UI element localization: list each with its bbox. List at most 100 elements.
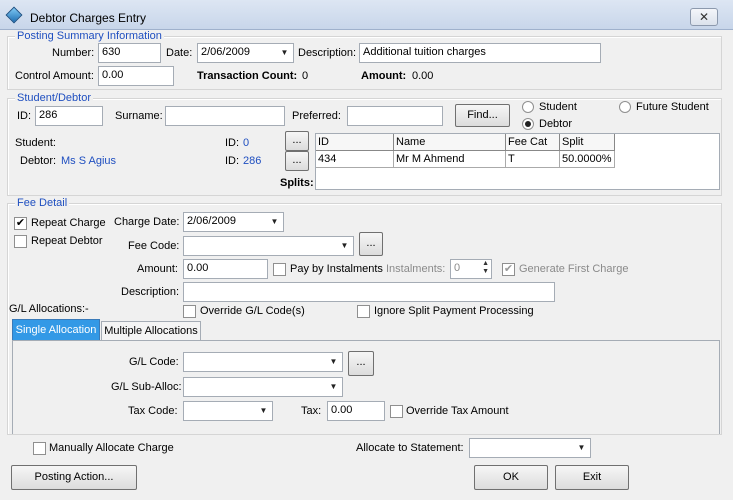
fee-code-lookup-button[interactable]: ... bbox=[359, 232, 383, 256]
override-tax-checkbox[interactable] bbox=[390, 405, 403, 418]
fee-code-combo[interactable]: ▼ bbox=[183, 236, 354, 256]
description-label: Description: bbox=[298, 47, 357, 59]
ignore-split-checkbox[interactable] bbox=[357, 305, 370, 318]
student-id-label: ID: bbox=[225, 137, 240, 149]
id-field[interactable]: 286 bbox=[35, 106, 103, 126]
debtor-radio[interactable] bbox=[522, 118, 534, 130]
chevron-down-icon[interactable]: ▼ bbox=[257, 404, 270, 418]
repeat-debtor-checkbox[interactable] bbox=[14, 235, 27, 248]
splits-cell-split: 50.0000% bbox=[560, 151, 615, 168]
tab-single-allocation[interactable]: Single Allocation bbox=[12, 319, 100, 341]
splits-cell-name: Mr M Ahmend bbox=[394, 151, 506, 168]
preferred-field[interactable] bbox=[347, 106, 443, 126]
charge-date-picker[interactable]: 2/06/2009 ▼ bbox=[183, 212, 284, 232]
number-field[interactable]: 630 bbox=[98, 43, 161, 63]
splits-header-split[interactable]: Split bbox=[560, 134, 615, 151]
gl-allocations-label: G/L Allocations:- bbox=[9, 303, 89, 315]
instalments-spinner[interactable]: 0 ▲ ▼ bbox=[450, 259, 492, 279]
splits-header-name[interactable]: Name bbox=[394, 134, 506, 151]
preferred-label: Preferred: bbox=[292, 110, 341, 122]
debtor-name: Ms S Agius bbox=[61, 155, 117, 167]
description-fee-label: Description: bbox=[121, 286, 180, 298]
student-radio-label: Student bbox=[539, 101, 577, 113]
transaction-count-label: Transaction Count: bbox=[197, 70, 298, 82]
window-title: Debtor Charges Entry bbox=[30, 11, 147, 25]
surname-label: Surname: bbox=[115, 110, 163, 122]
posting-action-button[interactable]: Posting Action... bbox=[11, 465, 137, 490]
allocate-statement-combo[interactable]: ▼ bbox=[469, 438, 591, 458]
amount-field[interactable]: 0.00 bbox=[183, 259, 268, 279]
student-id-value: 0 bbox=[243, 137, 250, 149]
checkmark-icon: ✔ bbox=[503, 263, 514, 275]
number-label: Number: bbox=[52, 47, 95, 59]
splits-header-feecat[interactable]: Fee Cat bbox=[506, 134, 560, 151]
charge-date-value: 2/06/2009 bbox=[187, 215, 236, 227]
debtor-label: Debtor: bbox=[20, 155, 57, 167]
gl-code-label: G/L Code: bbox=[129, 356, 179, 368]
pay-by-instalments-checkbox[interactable] bbox=[273, 263, 286, 276]
gl-code-combo[interactable]: ▼ bbox=[183, 352, 343, 372]
override-gl-checkbox[interactable] bbox=[183, 305, 196, 318]
amount-summary-label: Amount: bbox=[361, 70, 407, 82]
splits-grid[interactable]: ID Name Fee Cat Split 434 Mr M Ahmend T … bbox=[315, 133, 720, 190]
surname-field[interactable] bbox=[165, 106, 285, 126]
future-student-radio-label: Future Student bbox=[636, 101, 709, 113]
manually-allocate-checkbox[interactable] bbox=[33, 442, 46, 455]
find-button[interactable]: Find... bbox=[455, 104, 510, 127]
student-lookup-button[interactable]: ... bbox=[285, 131, 309, 151]
ok-button[interactable]: OK bbox=[474, 465, 548, 490]
generate-first-charge-checkbox[interactable]: ✔ bbox=[502, 263, 515, 276]
debtor-id-value: 286 bbox=[243, 155, 262, 167]
repeat-charge-label: Repeat Charge bbox=[31, 217, 106, 229]
pay-by-instalments-label: Pay by Instalments bbox=[290, 263, 383, 275]
generate-first-charge-label: Generate First Charge bbox=[519, 263, 629, 275]
chevron-down-icon[interactable]: ▼ bbox=[327, 355, 340, 369]
instalments-value: 0 bbox=[454, 262, 461, 274]
fee-code-label: Fee Code: bbox=[128, 240, 180, 252]
chevron-down-icon[interactable]: ▼ bbox=[338, 239, 351, 253]
gl-sub-alloc-combo[interactable]: ▼ bbox=[183, 377, 343, 397]
exit-button[interactable]: Exit bbox=[555, 465, 629, 490]
chevron-down-icon[interactable]: ▼ bbox=[278, 46, 291, 60]
override-tax-label: Override Tax Amount bbox=[406, 405, 509, 417]
manually-allocate-label: Manually Allocate Charge bbox=[49, 442, 174, 454]
debtor-lookup-button[interactable]: ... bbox=[285, 151, 309, 171]
description-field[interactable]: Additional tuition charges bbox=[359, 43, 601, 63]
charge-date-label: Charge Date: bbox=[114, 216, 180, 228]
chevron-down-icon[interactable]: ▼ bbox=[268, 215, 281, 229]
chevron-down-icon[interactable]: ▼ bbox=[327, 380, 340, 394]
date-picker[interactable]: 2/06/2009 ▼ bbox=[197, 43, 294, 63]
splits-cell-feecat: T bbox=[506, 151, 560, 168]
gl-sub-alloc-label: G/L Sub-Alloc: bbox=[111, 381, 182, 393]
close-button[interactable]: ✕ bbox=[690, 8, 718, 26]
ignore-split-label: Ignore Split Payment Processing bbox=[374, 305, 534, 317]
tax-field[interactable]: 0.00 bbox=[327, 401, 385, 421]
splits-label: Splits: bbox=[280, 177, 314, 189]
chevron-down-icon[interactable]: ▼ bbox=[575, 441, 588, 455]
tax-code-combo[interactable]: ▼ bbox=[183, 401, 273, 421]
amount-summary-value: 0.00 bbox=[412, 70, 434, 82]
gl-code-lookup-button[interactable]: ... bbox=[348, 351, 374, 376]
student-label: Student: bbox=[15, 137, 56, 149]
fee-detail-legend: Fee Detail bbox=[15, 197, 70, 209]
table-row[interactable]: 434 Mr M Ahmend T 50.0000% bbox=[316, 151, 719, 168]
date-label: Date: bbox=[166, 47, 193, 59]
posting-summary-legend: Posting Summary Information bbox=[15, 30, 164, 42]
override-gl-label: Override G/L Code(s) bbox=[200, 305, 305, 317]
instalments-label: Instalments: bbox=[386, 263, 446, 275]
control-amount-field[interactable]: 0.00 bbox=[98, 66, 174, 86]
repeat-charge-checkbox[interactable]: ✔ bbox=[14, 217, 27, 230]
debtor-radio-label: Debtor bbox=[539, 118, 573, 130]
future-student-radio[interactable] bbox=[619, 101, 631, 113]
debtor-id-label: ID: bbox=[225, 155, 240, 167]
student-radio[interactable] bbox=[522, 101, 534, 113]
control-amount-label: Control Amount: bbox=[15, 70, 94, 82]
student-debtor-legend: Student/Debtor bbox=[15, 92, 93, 104]
spin-arrows-icon[interactable]: ▲ ▼ bbox=[482, 260, 489, 276]
splits-header-id[interactable]: ID bbox=[316, 134, 394, 151]
tax-code-label: Tax Code: bbox=[128, 405, 178, 417]
date-value: 2/06/2009 bbox=[201, 46, 250, 58]
allocate-statement-label: Allocate to Statement: bbox=[356, 442, 464, 454]
tab-multiple-allocations[interactable]: Multiple Allocations bbox=[101, 321, 201, 341]
fee-description-field[interactable] bbox=[183, 282, 555, 302]
